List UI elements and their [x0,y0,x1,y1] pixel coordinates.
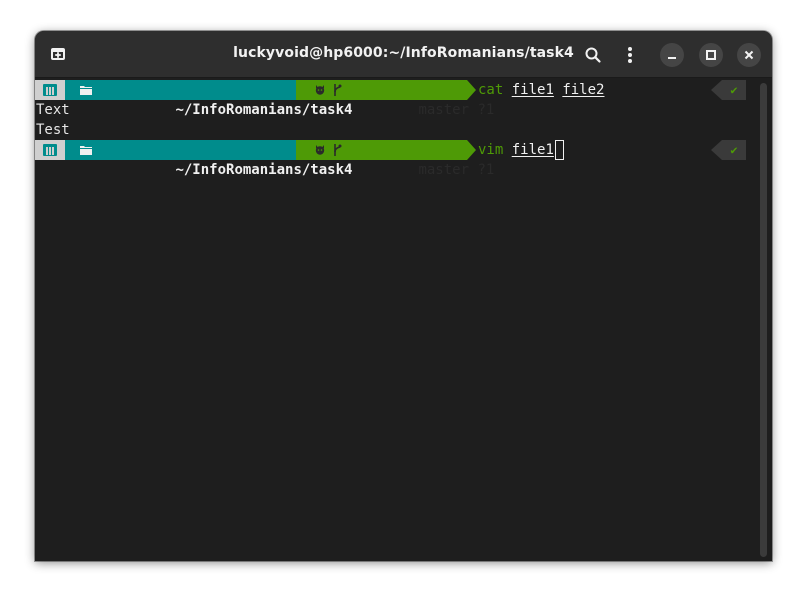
close-button[interactable] [737,43,761,67]
command-name: vim [478,142,504,158]
os-segment [35,80,65,100]
command-arg: file1 [511,82,554,98]
github-icon [315,85,325,95]
command-text: cat file1 file2 [478,80,604,100]
output-line: Test [35,120,757,140]
maximize-icon [706,50,716,60]
terminal-content[interactable]: ~/InfoRomanians/task4 master ?1 cat file… [35,79,757,561]
distro-logo-icon [43,84,57,96]
directory-path: ~/InfoRomanians/task4 [175,162,353,178]
command-text: vim file1 [478,140,564,160]
os-segment [35,140,65,160]
status-separator [711,80,722,100]
status-ok-segment: ✔ [722,80,746,100]
search-icon [585,47,601,63]
prompt-line: ~/InfoRomanians/task4 master ?1 [35,140,757,178]
minimize-button[interactable] [660,43,684,67]
folder-icon [80,146,92,155]
segment-separator [467,140,476,160]
maximize-button[interactable] [699,43,723,67]
status-ok-segment: ✔ [722,140,746,160]
command-arg: file1 [511,142,554,158]
menu-button[interactable] [620,42,640,68]
segment-separator [467,80,476,100]
git-branch: master ?1 [418,162,495,178]
titlebar: luckyvoid@hp6000:~/InfoRomanians/task4 [35,31,772,78]
command-arg: file2 [562,82,605,98]
git-branch-icon [334,84,342,96]
command-name: cat [478,82,504,98]
search-button[interactable] [580,42,606,68]
prompt-line: ~/InfoRomanians/task4 master ?1 [35,80,757,118]
minimize-icon [668,57,676,59]
terminal-window: luckyvoid@hp6000:~/InfoRomanians/task4 ~… [35,31,772,561]
text-cursor [554,140,564,160]
scrollbar[interactable] [760,83,767,557]
github-icon [315,145,325,155]
folder-icon [80,86,92,95]
directory-segment: ~/InfoRomanians/task4 [65,140,352,178]
output-line: Text [35,100,757,120]
status-separator [711,140,722,160]
directory-segment: ~/InfoRomanians/task4 [65,80,352,118]
output-text: Text [36,102,70,118]
git-branch-icon [334,144,342,156]
output-text: Test [36,122,70,138]
kebab-menu-icon [628,47,632,63]
close-icon [744,50,754,60]
distro-logo-icon [43,144,57,156]
